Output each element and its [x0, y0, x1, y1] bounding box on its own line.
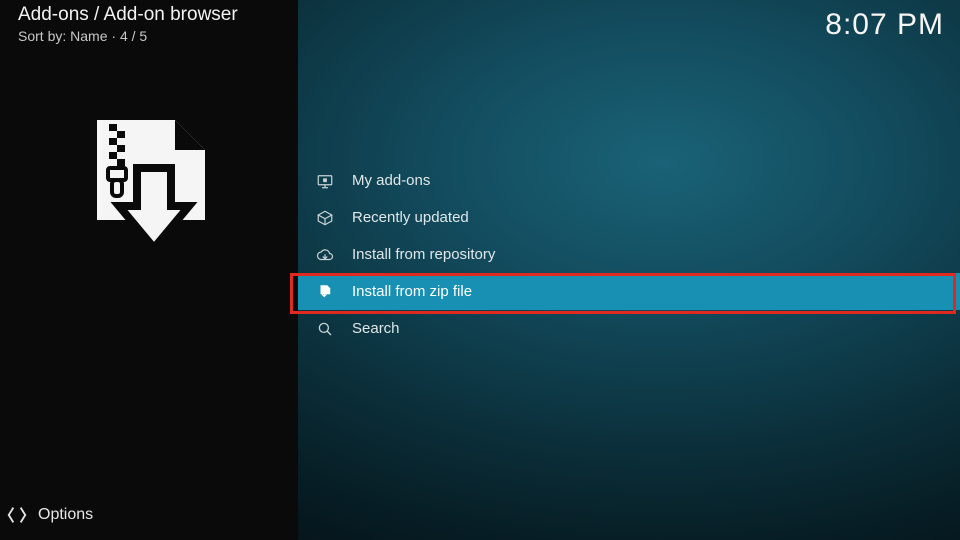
- menu-item-my-addons[interactable]: My add-ons: [298, 162, 960, 199]
- sort-prefix: Sort by:: [18, 28, 70, 44]
- sort-sep: ·: [108, 28, 120, 44]
- monitor-addon-icon: [316, 172, 334, 190]
- options-icon: [6, 504, 28, 526]
- cloud-download-icon: [316, 246, 334, 264]
- menu-item-label: Install from zip file: [352, 283, 472, 300]
- menu-item-install-from-repository[interactable]: Install from repository: [298, 236, 960, 273]
- sidebar: Add-ons / Add-on browser Sort by: Name ·…: [0, 0, 298, 540]
- zip-install-art-icon: [79, 114, 219, 254]
- sort-line: Sort by: Name · 4 / 5: [18, 28, 282, 44]
- open-box-icon: [316, 209, 334, 227]
- list-position: 4 / 5: [120, 28, 147, 44]
- sort-value: Name: [70, 28, 107, 44]
- options-label: Options: [38, 506, 93, 524]
- clock: 8:07 PM: [825, 8, 944, 42]
- zip-download-icon: [316, 283, 334, 301]
- search-icon: [316, 320, 334, 338]
- menu-item-install-from-zip[interactable]: Install from zip file: [298, 273, 960, 310]
- menu-item-search[interactable]: Search: [298, 310, 960, 347]
- menu-item-label: Install from repository: [352, 246, 495, 263]
- main-panel: 8:07 PM My add-ons Recentl: [298, 0, 960, 540]
- addon-menu: My add-ons Recently updated Install from…: [298, 162, 960, 347]
- header: Add-ons / Add-on browser Sort by: Name ·…: [0, 0, 298, 46]
- breadcrumb: Add-ons / Add-on browser: [18, 4, 282, 26]
- menu-item-recently-updated[interactable]: Recently updated: [298, 199, 960, 236]
- menu-item-label: My add-ons: [352, 172, 430, 189]
- menu-item-label: Recently updated: [352, 209, 469, 226]
- menu-item-label: Search: [352, 320, 400, 337]
- sidebar-artwork: [0, 46, 298, 490]
- options-button[interactable]: Options: [0, 490, 298, 540]
